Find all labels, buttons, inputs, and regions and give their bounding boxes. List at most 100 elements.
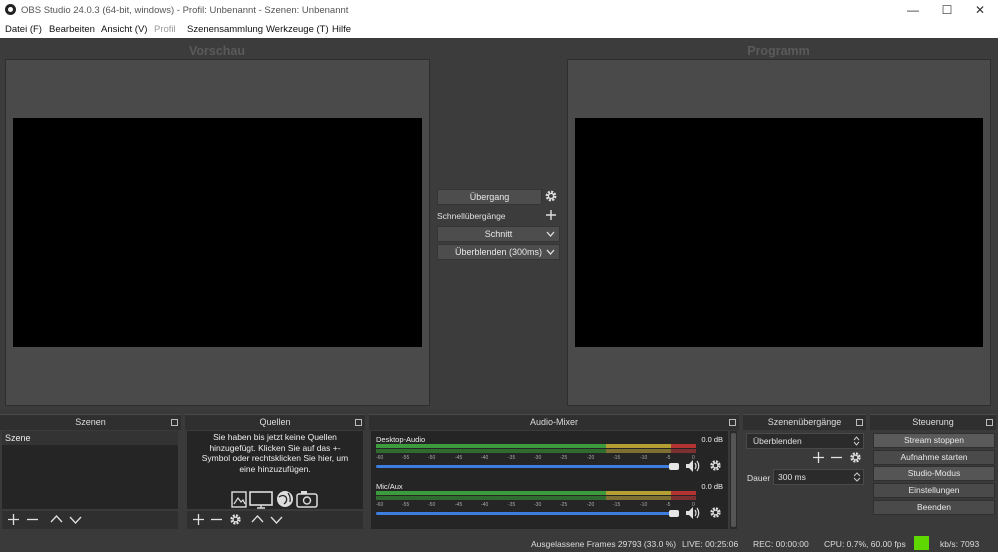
channel-level: 0.0 dB [701,435,723,444]
scenes-dock-title: Szenen [0,414,181,430]
window-title: OBS Studio 24.0.3 (64-bit, windows) - Pr… [21,5,349,16]
sources-list[interactable]: Sie haben bis jetzt keine Quellen hinzug… [187,431,363,509]
scenes-title: Szenen [75,417,106,427]
scale-tick: -45 [455,455,463,461]
cut-transition-label: Schnitt [484,229,513,239]
cut-transition-button[interactable]: Schnitt [437,226,560,242]
duration-spinbox[interactable]: 300 ms [773,469,864,485]
speaker-icon[interactable] [685,506,701,520]
meter-yellow [606,449,671,453]
channel-settings-gear-icon[interactable] [709,459,722,472]
remove-scene-minus-icon[interactable] [26,513,39,526]
meter-yellow [606,496,671,500]
add-scene-plus-icon[interactable] [7,513,20,526]
dock-float-icon[interactable] [986,419,993,426]
scale-tick: -20 [587,455,595,461]
scale-tick: -50 [428,455,436,461]
move-up-chevron-icon[interactable] [251,513,264,526]
volume-slider-handle[interactable] [669,510,679,517]
source-type-icons [231,491,318,509]
fade-transition-button[interactable]: Überblenden (300ms) [437,244,560,260]
scale-tick: -30 [534,455,542,461]
scale-tick: -5 [666,502,671,508]
channel-settings-gear-icon[interactable] [709,506,722,519]
mixer-title: Audio-Mixer [529,417,578,427]
add-transition-plus-icon[interactable] [812,451,825,464]
studio-mode-button[interactable]: Studio-Modus [873,466,995,481]
channel-level: 0.0 dB [701,482,723,491]
volume-slider-track[interactable] [376,512,676,515]
scale-tick: -15 [613,455,621,461]
dock-float-icon[interactable] [729,419,736,426]
menu-scene-collection[interactable]: Szenensammlung [187,24,263,35]
program-label: Programm [747,44,810,58]
mixer-scrollbar[interactable] [730,431,737,529]
volume-slider-handle[interactable] [669,463,679,470]
stop-stream-button[interactable]: Stream stoppen [873,433,995,448]
volume-slider-track[interactable] [376,465,676,468]
remove-source-minus-icon[interactable] [210,513,223,526]
channel-name: Desktop-Audio [376,435,426,444]
move-down-chevron-icon[interactable] [270,513,283,526]
fade-transition-label: Überblenden (300ms) [454,247,543,257]
menu-profile[interactable]: Profil [154,24,176,35]
menu-edit[interactable]: Bearbeiten [49,24,95,35]
scene-item-label: Szene [5,433,31,443]
live-time: LIVE: 00:25:06 [682,539,739,549]
settings-button[interactable]: Einstellungen [873,483,995,498]
scale-tick: -10 [640,502,648,508]
menu-bar: Datei (F) Bearbeiten Ansicht (V) Profil … [0,21,998,38]
sources-title: Quellen [259,417,291,427]
transition-button[interactable]: Übergang [437,189,542,205]
add-quick-transition-plus-icon[interactable] [544,208,558,222]
meter-red [671,444,696,448]
dock-float-icon[interactable] [856,419,863,426]
remove-transition-minus-icon[interactable] [830,451,843,464]
meter-yellow [606,491,671,495]
sources-empty-text: Sie haben bis jetzt keine Quellen hinzug… [201,432,349,474]
scale-tick: -60 [376,502,384,508]
mixer-dock-title: Audio-Mixer [369,414,739,430]
transitions-title: Szenenübergänge [767,417,842,427]
dock-float-icon[interactable] [355,419,362,426]
scrollbar-thumb[interactable] [731,433,736,527]
transition-properties-gear-icon[interactable] [849,451,862,464]
list-item[interactable]: Szene [2,431,178,445]
scenes-list: Szene [2,431,178,509]
scale-tick: -20 [587,502,595,508]
quick-transitions-label: Schnellübergänge [437,211,506,221]
transitions-dock-title: Szenenübergänge [743,414,866,430]
preview-panel [5,59,430,406]
preview-canvas[interactable] [13,118,422,347]
start-recording-button[interactable]: Aufnahme starten [873,450,995,465]
scale-tick: -45 [455,502,463,508]
menu-tools[interactable]: Werkzeuge (T) [266,24,329,35]
meter-green [376,449,606,453]
exit-button[interactable]: Beenden [873,500,995,515]
scale-tick: -15 [613,502,621,508]
meter-green [376,496,606,500]
scale-tick: -40 [481,455,489,461]
menu-file[interactable]: Datei (F) [5,24,42,35]
close-button[interactable]: ✕ [963,0,997,21]
status-bar: Ausgelassene Frames 29793 (33.0 %) LIVE:… [0,533,998,552]
scale-tick: -25 [560,455,568,461]
speaker-icon[interactable] [685,459,701,473]
maximize-button[interactable]: ☐ [930,0,964,21]
sources-toolbar [187,511,363,529]
transition-select[interactable]: Überblenden [746,433,864,449]
spin-arrows-icon[interactable] [853,471,861,483]
add-source-plus-icon[interactable] [192,513,205,526]
transition-select-value: Überblenden [753,436,802,446]
duration-value: 300 ms [778,472,806,482]
minimize-button[interactable]: — [896,0,930,21]
move-down-chevron-icon[interactable] [69,513,82,526]
menu-help[interactable]: Hilfe [332,24,351,35]
chevron-down-icon [546,231,555,237]
stream-health-indicator [914,536,929,550]
source-properties-gear-icon[interactable] [229,513,242,526]
menu-view[interactable]: Ansicht (V) [101,24,147,35]
transition-settings-gear-icon[interactable] [544,189,558,203]
dock-float-icon[interactable] [171,419,178,426]
move-up-chevron-icon[interactable] [50,513,63,526]
